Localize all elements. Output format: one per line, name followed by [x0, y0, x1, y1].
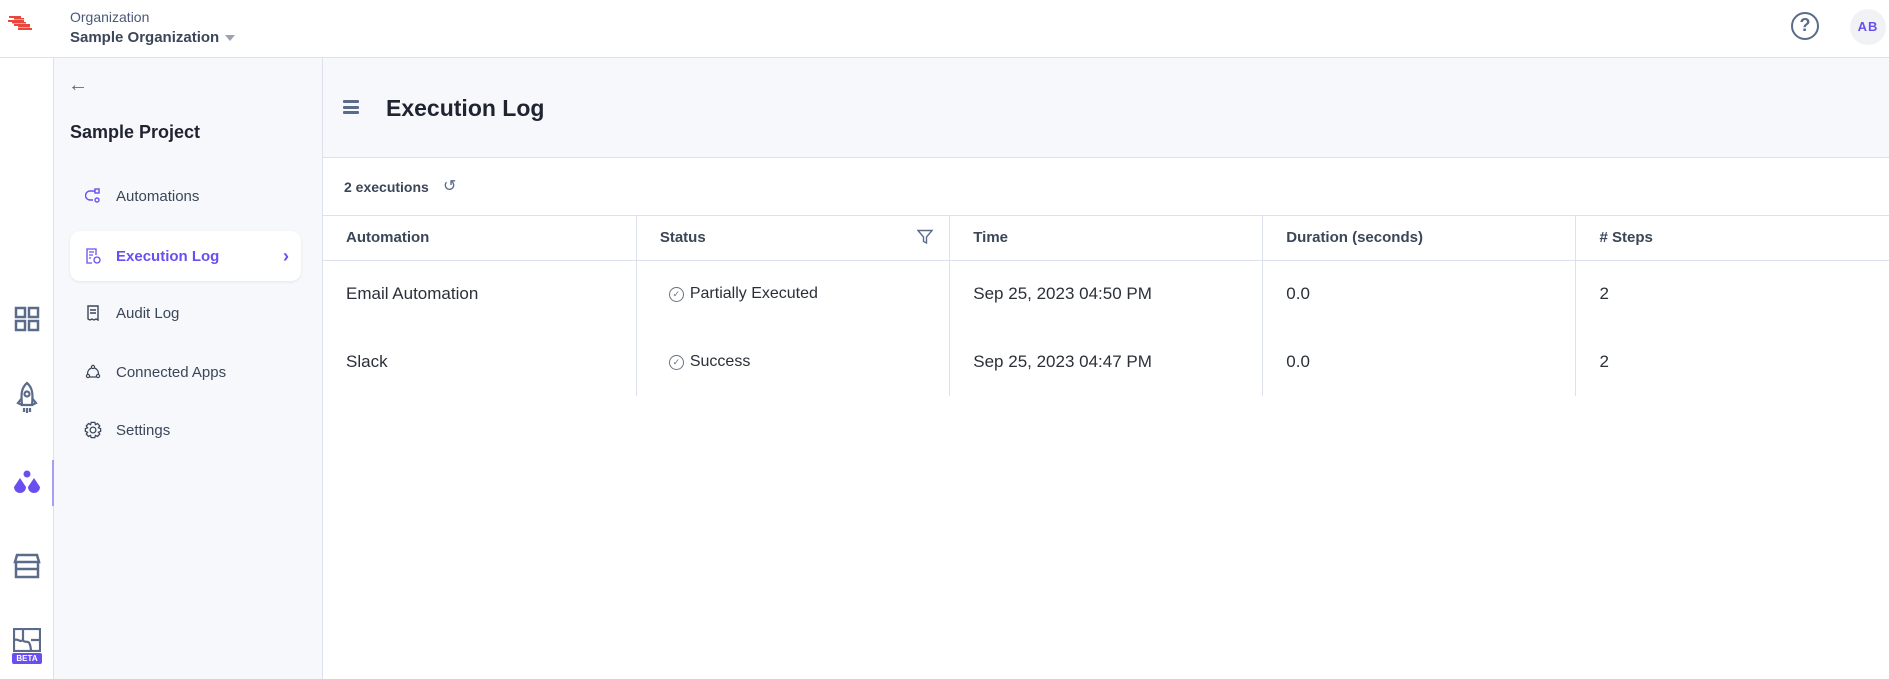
hamburger-menu-icon[interactable] — [343, 100, 359, 114]
sidebar-item-label: Audit Log — [116, 304, 180, 322]
table-header-row: Automation Status Time Duration (seconds… — [323, 216, 1889, 261]
sidebar-item-label: Automations — [116, 187, 200, 205]
project-name: Sample Project — [70, 122, 201, 142]
status-text: Partially Executed — [689, 285, 818, 303]
sidebar-item-execution-log[interactable]: Execution Log › — [70, 231, 301, 281]
grid-icon[interactable] — [9, 301, 45, 337]
back-arrow-icon[interactable]: ← — [68, 74, 88, 97]
duration-cell: 0.0 — [1262, 260, 1577, 328]
sidebar-item-label: Execution Log — [116, 247, 220, 265]
duration-cell: 0.0 — [1262, 328, 1577, 396]
automation-drops-icon[interactable] — [9, 464, 45, 500]
caret-down-icon — [225, 35, 236, 42]
page-header: Execution Log — [323, 58, 1889, 158]
logo[interactable] — [8, 12, 38, 34]
execution-table: Automation Status Time Duration (seconds… — [323, 216, 1889, 396]
column-header-duration[interactable]: Duration (seconds) — [1262, 216, 1577, 261]
chevron-right-icon: › — [283, 245, 289, 266]
table-row[interactable]: Slack ✓ Success Sep 25, 2023 04:47 PM 0.0… — [323, 328, 1889, 396]
time-cell: Sep 25, 2023 04:50 PM — [949, 260, 1264, 328]
sidebar-item-connected-apps[interactable]: Connected Apps — [70, 347, 301, 397]
filter-icon[interactable] — [917, 229, 934, 245]
steps-cell: 2 — [1599, 284, 1609, 304]
steps-cell: 2 — [1599, 352, 1609, 371]
column-header-time[interactable]: Time — [949, 216, 1264, 261]
help-icon[interactable]: ? — [1791, 12, 1819, 40]
table-row[interactable]: Email Automation ✓ Partially Executed Sep… — [323, 260, 1889, 328]
status-text: Success — [689, 353, 751, 370]
rocket-icon[interactable] — [9, 380, 45, 416]
column-header-steps[interactable]: # Steps — [1575, 216, 1889, 261]
column-header-automation[interactable]: Automation — [323, 216, 637, 261]
top-bar: Organization Sample Organization ? AB — [0, 0, 1889, 58]
org-name: Sample Organization — [70, 29, 220, 46]
refresh-icon[interactable]: ↺ — [443, 176, 456, 196]
execution-log-icon — [84, 247, 102, 265]
execution-count: 2 executions — [344, 179, 429, 195]
automation-flow-icon — [84, 187, 102, 205]
receipt-icon — [84, 304, 102, 322]
main-content: Execution Log 2 executions ↺ Automation … — [323, 58, 1889, 679]
automation-cell: Email Automation — [323, 260, 637, 328]
org-label: Organization — [70, 9, 150, 25]
sidebar-item-label: Connected Apps — [116, 363, 227, 381]
sidebar-item-label: Settings — [116, 421, 171, 439]
puzzle-icon — [13, 628, 41, 652]
sidebar-item-audit-log[interactable]: Audit Log — [70, 288, 301, 338]
table-toolbar: 2 executions ↺ — [323, 158, 1889, 216]
beta-badge: BETA — [12, 653, 42, 664]
status-cell: ✓ Success — [636, 328, 951, 396]
column-header-status[interactable]: Status — [636, 216, 951, 261]
org-selector[interactable]: Sample Organization — [70, 29, 236, 46]
check-circle-icon: ✓ — [668, 354, 684, 370]
project-sidebar: ← Sample Project Automations Execution L… — [54, 58, 323, 679]
icon-rail: BETA — [0, 58, 54, 679]
gear-icon — [84, 421, 102, 439]
column-header-label: Status — [659, 229, 706, 247]
page-title: Execution Log — [386, 95, 545, 121]
sidebar-item-settings[interactable]: Settings — [70, 405, 301, 455]
connected-apps-icon — [84, 363, 102, 381]
integrations-beta[interactable]: BETA — [9, 628, 45, 664]
avatar[interactable]: AB — [1850, 9, 1886, 45]
status-cell: ✓ Partially Executed — [636, 260, 951, 328]
check-circle-icon: ✓ — [668, 286, 684, 302]
automation-cell: Slack — [323, 328, 637, 396]
time-cell: Sep 25, 2023 04:47 PM — [949, 328, 1264, 396]
store-icon[interactable] — [9, 548, 45, 584]
sidebar-item-automations[interactable]: Automations — [70, 171, 301, 221]
